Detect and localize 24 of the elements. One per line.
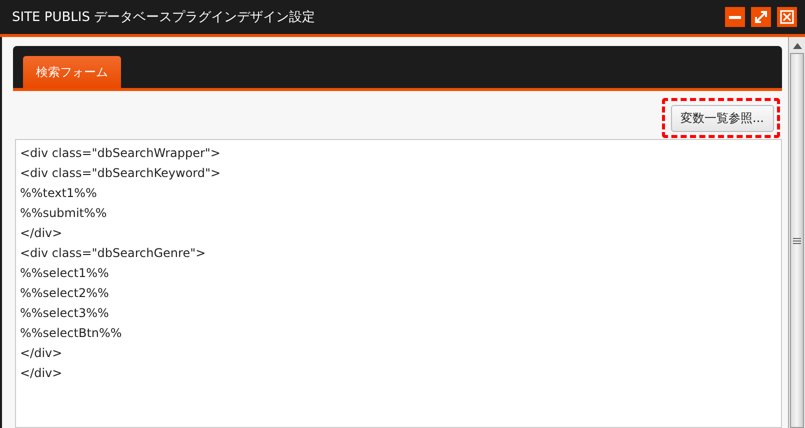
window-title: SITE PUBLIS データベースプラグインデザイン設定 [12,9,316,26]
close-icon [780,10,794,24]
expand-icon [754,10,768,24]
code-line: %%selectBtn%% [20,325,123,342]
scrollbar[interactable] [788,37,805,428]
minimize-button[interactable] [725,7,745,27]
code-line: %%text1%% [20,185,98,202]
scroll-thumb[interactable] [790,53,804,428]
code-line: </div> [20,365,64,382]
code-line: %%submit%% [20,205,108,222]
code-line: <div class="dbSearchGenre"> [20,245,207,262]
code-line: <div class="dbSearchKeyword"> [20,165,222,182]
code-editor-field[interactable]: <div class="dbSearchWrapper"> <div class="dbSearchKeyword"> %%text1%% %%submit%% </div> <div class="dbSearchGenre"> %%select1%% %%select2%% %%select3%% %%selectBtn%% </div> </div> [15,139,782,428]
maximize-button[interactable] [751,7,771,27]
scroll-up-icon[interactable] [792,43,802,49]
code-line: %%select1%% [20,265,110,282]
code-line: %%select2%% [20,285,110,302]
code-line: </div> [20,225,64,242]
code-line: <div class="dbSearchWrapper"> [20,145,222,162]
code-line: </div> [20,345,64,362]
code-line: %%select3%% [20,305,110,322]
variables-button[interactable]: 変数一覧参照... [670,105,774,132]
grip-icon [793,236,801,244]
close-button[interactable] [777,7,797,27]
